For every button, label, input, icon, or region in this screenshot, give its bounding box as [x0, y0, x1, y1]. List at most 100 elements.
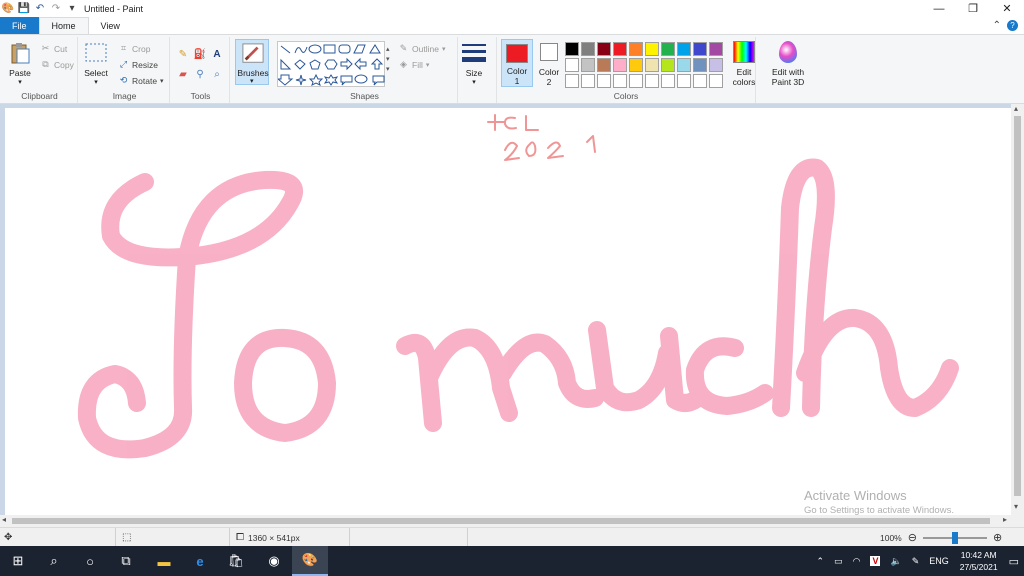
outline-button[interactable]: ✎ Outline ▾	[398, 43, 446, 54]
eraser-icon[interactable]: ▰	[176, 67, 190, 81]
help-icon[interactable]: ?	[1007, 20, 1018, 31]
text-tool-icon[interactable]: A	[210, 47, 224, 61]
file-explorer-icon[interactable]: ▬	[146, 546, 182, 576]
select-button[interactable]: Select ▾	[84, 41, 108, 86]
start-windows-icon[interactable]: ⊞	[0, 546, 36, 576]
palette-swatch[interactable]	[613, 74, 627, 88]
paint-taskbar-icon[interactable]: 🎨	[292, 546, 328, 576]
palette-swatch[interactable]	[645, 74, 659, 88]
palette-swatch[interactable]	[677, 58, 691, 72]
antivirus-icon[interactable]: V	[870, 556, 881, 566]
paste-button[interactable]: Paste ▾	[8, 41, 32, 86]
cut-button[interactable]: ✂ Cut	[40, 43, 68, 54]
palette-swatch[interactable]	[645, 58, 659, 72]
size-dropdown-icon: ▾	[472, 79, 476, 86]
shapes-gallery[interactable]	[276, 41, 385, 87]
palette-swatch[interactable]	[597, 74, 611, 88]
color-picker-icon[interactable]: ⚲	[193, 67, 207, 81]
palette-swatch[interactable]	[613, 42, 627, 56]
zoom-slider-thumb[interactable]	[951, 531, 958, 544]
palette-swatch[interactable]	[613, 58, 627, 72]
tab-file[interactable]: File	[0, 17, 39, 34]
zoom-out-icon[interactable]: ⊖	[908, 531, 917, 544]
color2-button[interactable]: Color 2	[535, 43, 563, 87]
volume-icon[interactable]: 🔈	[890, 556, 901, 567]
tab-home[interactable]: Home	[38, 17, 89, 34]
palette-swatch[interactable]	[581, 74, 595, 88]
zoom-in-icon[interactable]: ⊕	[993, 531, 1002, 544]
line-size-icon	[462, 44, 486, 62]
undo-icon[interactable]: ↶	[34, 3, 46, 15]
scroll-down-icon[interactable]: ▾	[1014, 502, 1018, 511]
palette-swatch[interactable]	[581, 42, 595, 56]
palette-swatch[interactable]	[693, 42, 707, 56]
clock[interactable]: 10:42 AM 27/5/2021	[960, 549, 998, 573]
horizontal-scrollbar[interactable]: ◂ ▸	[0, 515, 1024, 527]
scroll-up-icon[interactable]: ▴	[1014, 104, 1018, 113]
rotate-button[interactable]: ⟲ Rotate ▾	[118, 75, 164, 86]
network-icon[interactable]: ▭	[834, 556, 843, 567]
horizontal-scroll-thumb[interactable]	[12, 518, 990, 524]
palette-swatch[interactable]	[709, 74, 723, 88]
edit-with-paint3d-button[interactable]: Edit with Paint 3D	[766, 41, 810, 87]
crop-button[interactable]: ⌗ Crop	[118, 43, 150, 54]
store-icon[interactable]: 🛍	[218, 546, 254, 576]
minimize-button[interactable]: —	[922, 0, 956, 17]
palette-swatch[interactable]	[565, 42, 579, 56]
palette-swatch[interactable]	[565, 74, 579, 88]
palette-swatch[interactable]	[661, 74, 675, 88]
wifi-icon[interactable]: ◠	[853, 556, 861, 567]
pencil-icon[interactable]: ✎	[176, 47, 190, 61]
fill-button[interactable]: ◈ Fill ▾	[398, 59, 429, 70]
colorful-app-icon[interactable]: ◉	[256, 546, 292, 576]
magnifier-icon[interactable]: ⌕	[210, 67, 224, 81]
pen-icon[interactable]: ✎	[912, 556, 920, 567]
resize-button[interactable]: ⤢ Resize	[118, 59, 158, 70]
palette-swatch[interactable]	[661, 42, 675, 56]
palette-swatch[interactable]	[709, 42, 723, 56]
fill-bucket-icon[interactable]: ⛽	[193, 47, 207, 61]
palette-swatch[interactable]	[565, 58, 579, 72]
palette-swatch[interactable]	[597, 58, 611, 72]
collapse-ribbon-icon[interactable]: ⌃	[993, 20, 1001, 31]
paste-dropdown-icon: ▾	[18, 79, 22, 86]
search-icon[interactable]: ⌕	[36, 546, 72, 576]
vertical-scrollbar[interactable]: ▴ ▾	[1011, 104, 1024, 515]
palette-swatch[interactable]	[709, 58, 723, 72]
palette-swatch[interactable]	[677, 74, 691, 88]
size-button[interactable]: Size ▾	[462, 41, 486, 86]
maximize-button[interactable]: ❐	[956, 0, 990, 17]
scroll-right-icon[interactable]: ▸	[1003, 515, 1007, 524]
palette-swatch[interactable]	[693, 58, 707, 72]
task-view-icon[interactable]: ⧉	[108, 546, 144, 576]
palette-swatch[interactable]	[693, 74, 707, 88]
show-hidden-icons[interactable]: ⌃	[817, 556, 825, 567]
palette-swatch[interactable]	[645, 42, 659, 56]
copy-button[interactable]: ⧉ Copy	[40, 59, 74, 70]
palette-swatch[interactable]	[597, 42, 611, 56]
customize-toolbar-icon[interactable]: ▾	[66, 3, 78, 15]
save-icon[interactable]: 💾	[18, 3, 30, 15]
tab-view[interactable]: View	[89, 17, 132, 34]
edge-browser-icon[interactable]: e	[182, 546, 218, 576]
palette-swatch[interactable]	[661, 58, 675, 72]
scroll-left-icon[interactable]: ◂	[2, 515, 6, 524]
vertical-scroll-thumb[interactable]	[1014, 116, 1021, 496]
close-button[interactable]: ✕	[990, 0, 1024, 17]
palette-swatch[interactable]	[677, 42, 691, 56]
cortana-icon[interactable]: ○	[72, 546, 108, 576]
edit-colors-button[interactable]: Edit colors	[730, 41, 758, 87]
drawing-canvas[interactable]	[5, 108, 1011, 515]
palette-swatch[interactable]	[629, 58, 643, 72]
palette-swatch[interactable]	[629, 42, 643, 56]
palette-swatch[interactable]	[629, 74, 643, 88]
brushes-button[interactable]: Brushes ▾	[235, 39, 269, 85]
language-indicator[interactable]: ENG	[929, 556, 949, 566]
zoom-slider[interactable]	[922, 531, 987, 544]
redo-icon[interactable]: ↷	[50, 3, 62, 15]
color1-button[interactable]: Color 1	[501, 39, 533, 87]
notifications-icon[interactable]: ▭	[1009, 555, 1019, 568]
palette-swatch[interactable]	[581, 58, 595, 72]
paint-app-icon[interactable]: 🎨	[2, 3, 14, 15]
shapes-scroll-icon[interactable]: ▴ ▾ ▾	[386, 45, 390, 75]
